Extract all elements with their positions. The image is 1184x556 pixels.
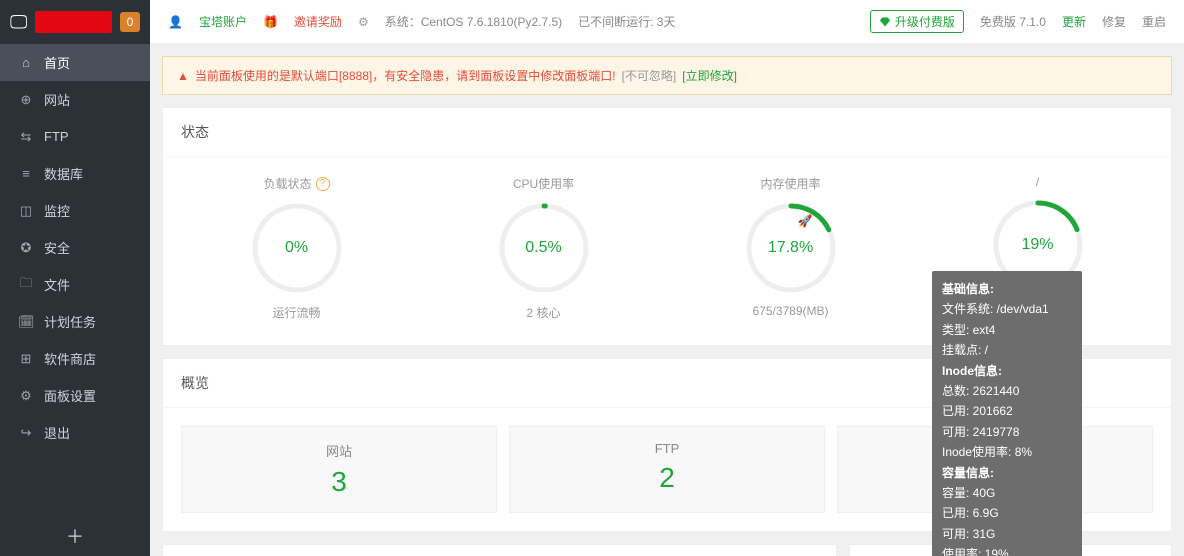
status-sub: 运行流畅: [272, 304, 320, 321]
status-title: 状态: [163, 108, 1171, 157]
nav-icon: ≡: [18, 166, 34, 181]
nav-label: FTP: [44, 129, 69, 144]
system-label: 系统：CentOS 7.6.1810(Py2.7.5): [385, 13, 562, 30]
status-item[interactable]: 负载状态? 0% 运行流畅: [173, 175, 420, 321]
repair-link[interactable]: 修复: [1102, 13, 1126, 30]
sidebar: 🖵 0 ⌂ 首页 ⊕ 网站 ⇆ FTP ≡ 数据库 ◫ 监控 ✪ 安全 🗀 文件 🗓 计划任务 ⊞ 软件商店 ⚙ 面板…: [0, 0, 150, 556]
nav-label: 数据库: [44, 164, 83, 183]
nav-item-网站[interactable]: ⊕ 网站: [0, 81, 150, 118]
nav-item-计划任务[interactable]: 🗓 计划任务: [0, 303, 150, 340]
restart-link[interactable]: 重启: [1142, 13, 1166, 30]
overview-value: 2: [659, 462, 675, 494]
account-link[interactable]: 宝塔账户: [199, 13, 247, 30]
percent-text: 0.5%: [498, 202, 590, 294]
status-sub: 2 核心: [526, 304, 560, 321]
status-label: 负载状态?: [263, 175, 329, 192]
nav-label: 计划任务: [44, 312, 96, 331]
nav-label: 安全: [44, 238, 70, 257]
nav-icon: ↪: [18, 425, 34, 441]
help-icon[interactable]: ?: [316, 177, 330, 191]
nav-label: 文件: [44, 275, 70, 294]
monitor-icon: 🖵: [10, 12, 27, 33]
nav-icon: ⇆: [18, 129, 34, 145]
nav-icon: ⊞: [18, 351, 34, 367]
nav-icon: ◫: [18, 203, 34, 219]
software-title: 软件: [163, 545, 836, 556]
version-tag: 免费版 7.1.0: [980, 13, 1046, 30]
overview-label: FTP: [655, 441, 680, 456]
overview-value: 3: [331, 466, 347, 498]
nav-icon: ⊕: [18, 92, 34, 108]
user-icon: 👤: [168, 15, 183, 29]
nav-item-文件[interactable]: 🗀 文件: [0, 266, 150, 303]
nav-label: 退出: [44, 423, 70, 442]
nav-item-面板设置[interactable]: ⚙ 面板设置: [0, 377, 150, 414]
nav-label: 软件商店: [44, 349, 96, 368]
software-section: 软件: [162, 544, 837, 556]
percent-text: 17.8%: [745, 202, 837, 294]
overview-card[interactable]: FTP 2: [509, 426, 825, 513]
status-label: /: [1036, 175, 1039, 189]
nav-icon: ⚙: [18, 388, 34, 404]
nav-item-数据库[interactable]: ≡ 数据库: [0, 155, 150, 192]
gear-icon: ⚙: [358, 15, 369, 29]
nav-icon: ⌂: [18, 55, 34, 70]
reward-link[interactable]: 邀请奖励: [294, 13, 342, 30]
alert-note: [不可忽略]: [622, 67, 677, 84]
progress-circle: 🚀17.8%: [745, 202, 837, 294]
nav-item-监控[interactable]: ◫ 监控: [0, 192, 150, 229]
nav-label: 首页: [44, 53, 70, 72]
percent-text: 0%: [251, 202, 343, 294]
disk-tooltip: 基础信息:文件系统: /dev/vda1类型: ext4挂载点: /Inode信…: [932, 271, 1082, 556]
topbar: 👤 宝塔账户 🎁 邀请奖励 ⚙ 系统：CentOS 7.6.1810(Py2.7…: [150, 0, 1184, 44]
nav-icon: ✪: [18, 240, 34, 256]
nav-label: 网站: [44, 90, 70, 109]
nav-label: 监控: [44, 201, 70, 220]
uptime: 已不间断运行: 3天: [578, 13, 675, 30]
nav-item-安全[interactable]: ✪ 安全: [0, 229, 150, 266]
add-button[interactable]: ＋: [0, 516, 150, 556]
status-item[interactable]: /19%基础信息:文件系统: /dev/vda1类型: ext4挂载点: /In…: [914, 175, 1161, 321]
main: 👤 宝塔账户 🎁 邀请奖励 ⚙ 系统：CentOS 7.6.1810(Py2.7…: [150, 0, 1184, 556]
nav-item-软件商店[interactable]: ⊞ 软件商店: [0, 340, 150, 377]
nav-item-FTP[interactable]: ⇆ FTP: [0, 118, 150, 155]
notification-badge[interactable]: 0: [120, 12, 140, 32]
status-label: CPU使用率: [513, 175, 574, 192]
progress-circle: 0.5%: [498, 202, 590, 294]
brand: 🖵 0: [0, 0, 150, 44]
nav-icon: 🗀: [18, 274, 34, 296]
overview-card[interactable]: 网站 3: [181, 426, 497, 513]
status-section: 状态 负载状态? 0% 运行流畅 CPU使用率 0.5% 2 核心 内存使用率 🚀17.8% 6…: [162, 107, 1172, 346]
upgrade-button[interactable]: 升级付费版: [870, 10, 964, 33]
nav: ⌂ 首页 ⊕ 网站 ⇆ FTP ≡ 数据库 ◫ 监控 ✪ 安全 🗀 文件 🗓 计划任务 ⊞ 软件商店 ⚙ 面板设置 ↪ 退…: [0, 44, 150, 516]
update-link[interactable]: 更新: [1062, 13, 1086, 30]
nav-label: 面板设置: [44, 386, 96, 405]
brand-logo: [35, 11, 112, 33]
status-sub: 675/3789(MB): [752, 304, 828, 318]
status-label: 内存使用率: [760, 175, 820, 192]
nav-item-首页[interactable]: ⌂ 首页: [0, 44, 150, 81]
alert-fix-link[interactable]: [立即修改]: [682, 67, 737, 84]
progress-circle: 0%: [251, 202, 343, 294]
overview-label: 网站: [326, 441, 352, 460]
status-item[interactable]: 内存使用率 🚀17.8% 675/3789(MB): [667, 175, 914, 321]
alert-message: 当前面板使用的是默认端口[8888]，有安全隐患，请到面板设置中修改面板端口!: [195, 67, 616, 84]
status-item[interactable]: CPU使用率 0.5% 2 核心: [420, 175, 667, 321]
warning-icon: ▲: [177, 69, 189, 83]
security-alert: ▲ 当前面板使用的是默认端口[8888]，有安全隐患，请到面板设置中修改面板端口…: [162, 56, 1172, 95]
nav-icon: 🗓: [18, 314, 34, 330]
diamond-icon: [879, 16, 891, 28]
nav-item-退出[interactable]: ↪ 退出: [0, 414, 150, 451]
gift-icon: 🎁: [263, 15, 278, 29]
